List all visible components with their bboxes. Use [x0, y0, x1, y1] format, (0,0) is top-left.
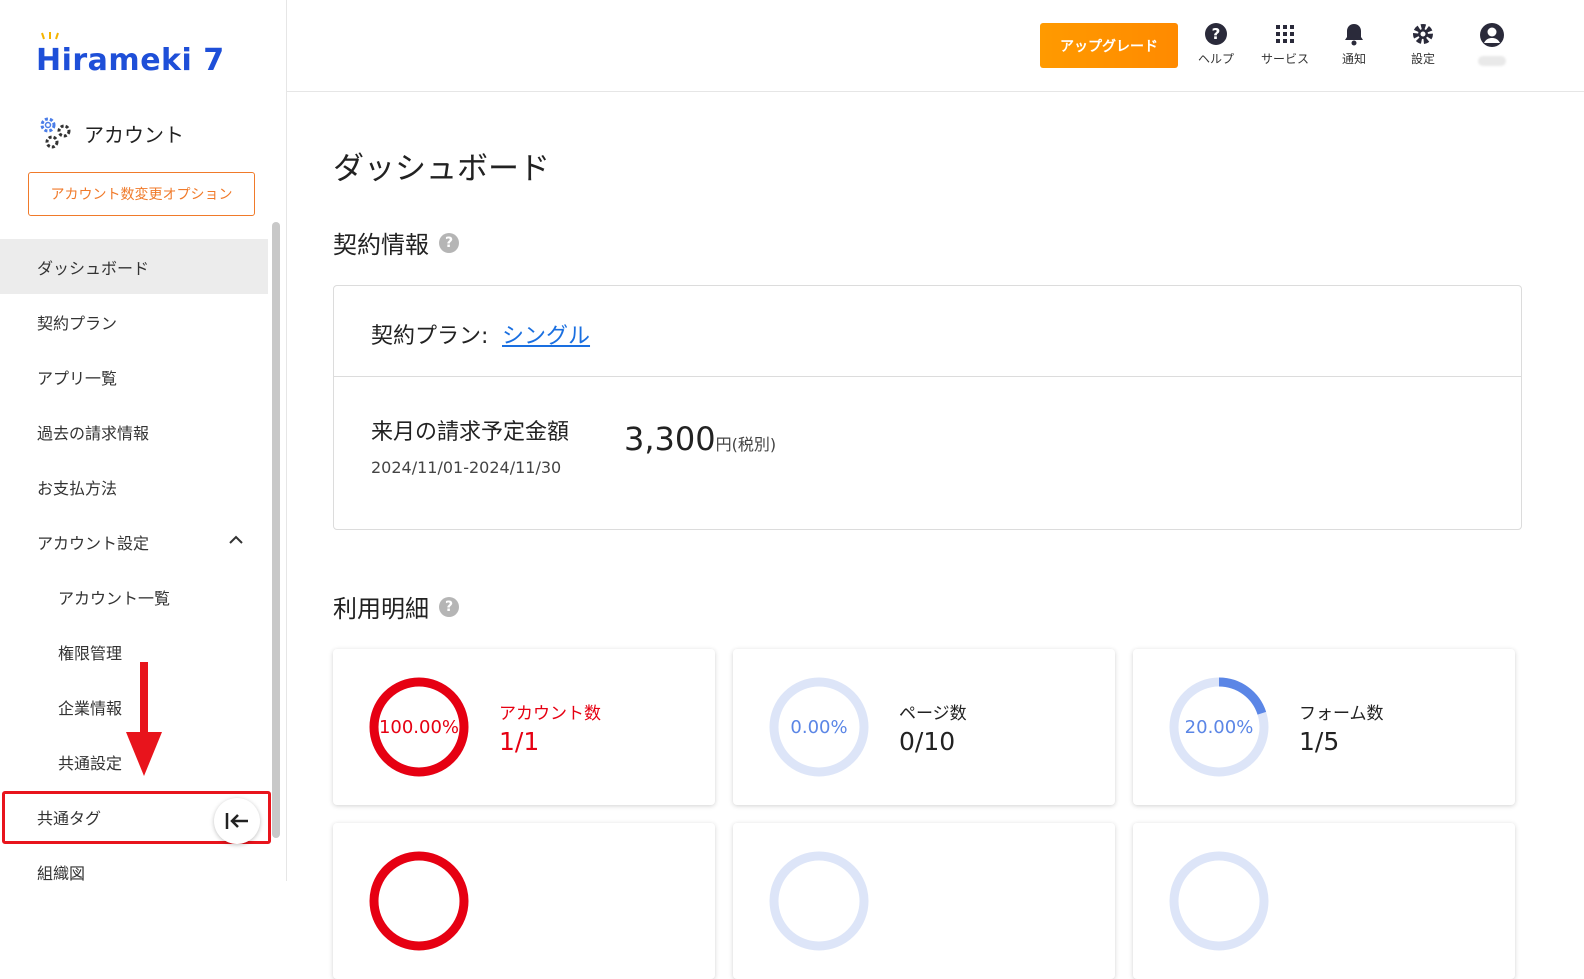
settings-button[interactable]: 設定: [1393, 22, 1453, 67]
usage-card-forms: 20.00% フォーム数 1/5: [1133, 649, 1515, 805]
notifications-label: 通知: [1341, 52, 1366, 66]
sidebar-nav: ダッシュボード 契約プラン アプリ一覧 過去の請求情報 お支払方法 アカウント設…: [0, 239, 268, 881]
logo-sunrays-icon: [41, 32, 59, 40]
page-usage-percent: 0.00%: [790, 716, 848, 738]
billing-amount-value: 3,300: [624, 420, 716, 458]
sidebar-item-label: アカウント設定: [37, 533, 150, 553]
contract-plan-link[interactable]: シングル: [502, 318, 590, 350]
account-count-option-button[interactable]: アカウント数変更オプション: [28, 172, 255, 216]
sidebar-item-account-list[interactable]: アカウント一覧: [0, 569, 268, 624]
help-label: ヘルプ: [1197, 52, 1234, 66]
form-usage-name: フォーム数: [1299, 704, 1384, 724]
usage-details-title: 利用明細: [333, 595, 429, 623]
chevron-up-icon[interactable]: [228, 532, 244, 548]
usage-card: [733, 823, 1115, 979]
sidebar-item-contract-plan[interactable]: 契約プラン: [0, 294, 268, 349]
page-title: ダッシュボード: [333, 151, 550, 187]
services-label: サービス: [1260, 52, 1309, 66]
gears-icon: [40, 117, 71, 149]
sidebar-item-account-settings[interactable]: アカウント設定: [0, 514, 268, 569]
billing-period: 2024/11/01-2024/11/30: [371, 458, 562, 477]
bell-icon: [1345, 24, 1363, 46]
usage-card: [333, 823, 715, 979]
collapse-left-icon: [225, 813, 248, 829]
services-button[interactable]: サービス: [1255, 22, 1315, 67]
form-usage-percent: 20.00%: [1184, 716, 1254, 738]
user-menu-button[interactable]: [1462, 22, 1522, 66]
contract-plan-label: 契約プラン:: [371, 324, 489, 349]
notifications-button[interactable]: 通知: [1324, 22, 1384, 67]
contract-info-heading: 契約情報 ?: [333, 225, 459, 260]
upgrade-button[interactable]: アップグレード: [1040, 23, 1178, 68]
contract-info-title: 契約情報: [333, 231, 429, 259]
billing-amount-unit: 円(税別): [715, 435, 777, 454]
usage-card-pages: 0.00% ページ数 0/10: [733, 649, 1115, 805]
apps-grid-icon: [1276, 25, 1294, 43]
help-tooltip-icon[interactable]: ?: [439, 596, 459, 617]
account-usage-value: 1/1: [499, 727, 540, 756]
account-section-title: アカウント: [84, 122, 184, 147]
page-usage-name: ページ数: [899, 704, 967, 724]
blurred-username: [1478, 56, 1506, 66]
usage-card-accounts: 100.00% アカウント数 1/1: [333, 649, 715, 805]
sidebar-item-billing-history[interactable]: 過去の請求情報: [0, 404, 268, 459]
account-section-header: アカウント: [36, 114, 184, 152]
help-button[interactable]: ? ヘルプ: [1186, 22, 1246, 67]
sidebar-item-dashboard[interactable]: ダッシュボード: [0, 239, 268, 294]
usage-ring: [369, 851, 469, 951]
account-usage-name: アカウント数: [499, 704, 601, 724]
settings-label: 設定: [1410, 52, 1435, 66]
down-arrow-annotation-icon: [126, 662, 162, 776]
page-usage-value: 0/10: [899, 727, 956, 756]
sidebar-item-org-chart[interactable]: 組織図: [0, 844, 268, 882]
sidebar-item-payment-method[interactable]: お支払方法: [0, 459, 268, 514]
usage-details-heading: 利用明細 ?: [333, 589, 459, 624]
top-bar: アップグレード ? ヘルプ サービス 通知 設定: [287, 0, 1584, 92]
form-usage-value: 1/5: [1299, 727, 1340, 756]
hirameki-logo[interactable]: Hirameki 7: [36, 32, 225, 78]
sidebar-scrollbar[interactable]: [272, 222, 280, 838]
help-tooltip-icon[interactable]: ?: [439, 232, 459, 253]
usage-card: [1133, 823, 1515, 979]
svg-text:?: ?: [1212, 25, 1221, 43]
help-icon: ?: [1205, 23, 1227, 45]
sidebar-item-app-list[interactable]: アプリ一覧: [0, 349, 268, 404]
next-billing-label: 来月の請求予定金額: [371, 420, 570, 445]
user-avatar-icon: [1480, 23, 1504, 47]
billing-amount: 3,300円(税別): [624, 420, 776, 458]
gear-icon: [1413, 24, 1433, 44]
contract-info-card: 契約プラン: シングル 来月の請求予定金額 2024/11/01-2024/11…: [333, 285, 1522, 530]
sidebar: Hirameki 7 アカウント アカウント数変更オプション ダッシュボード 契…: [0, 0, 287, 881]
usage-ring: [769, 851, 869, 951]
contract-plan-row: 契約プラン: シングル: [334, 286, 1521, 377]
collapse-sidebar-button[interactable]: [214, 798, 260, 844]
logo-text: Hirameki 7: [36, 43, 225, 78]
usage-ring: [1169, 851, 1269, 951]
account-usage-percent: 100.00%: [378, 716, 460, 738]
